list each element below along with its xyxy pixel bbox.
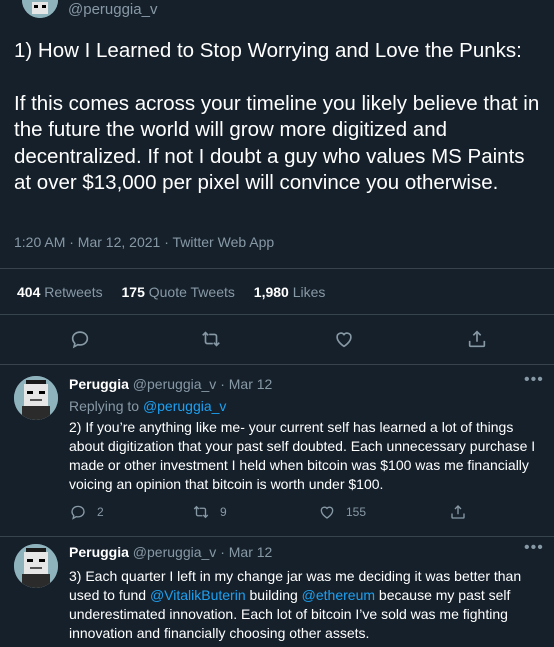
retweets-stat[interactable]: 404 Retweets xyxy=(17,284,103,300)
more-icon[interactable]: ••• xyxy=(524,371,544,389)
tweet-text: 1) How I Learned to Stop Worrying and Lo… xyxy=(14,38,540,197)
likes-stat[interactable]: 1,980 Likes xyxy=(254,284,326,300)
reply-icon[interactable] xyxy=(69,328,91,350)
dot-separator: · xyxy=(220,544,225,560)
replying-to-link[interactable]: @peruggia_v xyxy=(143,398,227,414)
retweets-count: 404 xyxy=(17,284,41,300)
reply-tweet[interactable]: Peruggia @peruggia_v · Mar 12 ••• 3) Eac… xyxy=(0,537,554,647)
reply-icon xyxy=(71,505,85,520)
quote-tweets-stat[interactable]: 175 Quote Tweets xyxy=(122,284,235,300)
tweet-meta[interactable]: 1:20 AM · Mar 12, 2021 · Twitter Web App xyxy=(14,234,274,250)
retweets-label: Retweets xyxy=(44,284,103,300)
reply-text: 2) If you’re anything like me- your curr… xyxy=(69,419,536,492)
author-handle[interactable]: @peruggia_v xyxy=(133,544,217,560)
avatar[interactable] xyxy=(22,0,58,18)
avatar[interactable] xyxy=(14,544,58,588)
reply-count: 2 xyxy=(97,505,104,519)
author-handle[interactable]: @peruggia_v xyxy=(133,376,217,392)
quotes-label: Quote Tweets xyxy=(148,284,235,300)
tweet-title: 1) How I Learned to Stop Worrying and Lo… xyxy=(14,39,522,62)
like-icon xyxy=(320,506,334,519)
reply-text-part: building xyxy=(245,587,302,603)
tweet-stats: 404 Retweets 175 Quote Tweets 1,980 Like… xyxy=(17,284,340,300)
author-name[interactable]: Peruggia xyxy=(69,376,129,392)
mention-link[interactable]: @ethereum xyxy=(302,587,375,603)
reply-text: 3) Each quarter I left in my change jar … xyxy=(69,567,547,643)
divider xyxy=(0,314,554,315)
retweet-icon[interactable] xyxy=(200,328,222,350)
like-count: 155 xyxy=(346,505,367,519)
retweet-icon xyxy=(193,505,209,519)
reply-actions: 2 9 155 xyxy=(69,503,549,525)
avatar[interactable] xyxy=(14,376,58,420)
share-action[interactable] xyxy=(449,503,477,521)
author-handle[interactable]: @peruggia_v xyxy=(68,1,157,18)
mention-link[interactable]: @VitalikButerin xyxy=(150,587,246,603)
likes-label: Likes xyxy=(292,284,326,300)
divider xyxy=(0,268,554,269)
like-action[interactable]: 155 xyxy=(318,503,366,521)
more-icon[interactable]: ••• xyxy=(524,539,544,557)
author-name[interactable]: Peruggia xyxy=(69,544,129,560)
share-icon xyxy=(451,505,465,519)
reply-date[interactable]: Mar 12 xyxy=(229,376,273,392)
retweet-count: 9 xyxy=(220,505,227,519)
like-icon[interactable] xyxy=(333,328,355,350)
reply-header: Peruggia @peruggia_v · Mar 12 xyxy=(69,544,272,560)
replying-to-label: Replying to xyxy=(69,398,140,414)
reply-action[interactable]: 2 xyxy=(69,503,104,521)
tweet-header: @peruggia_v xyxy=(0,0,554,22)
dot-separator: · xyxy=(220,376,225,392)
tweet-body: If this comes across your timeline you l… xyxy=(14,91,540,195)
share-icon[interactable] xyxy=(466,328,488,350)
reply-header: Peruggia @peruggia_v · Mar 12 xyxy=(69,376,272,392)
tweet-actions xyxy=(0,322,554,356)
quotes-count: 175 xyxy=(121,284,145,300)
retweet-action[interactable]: 9 xyxy=(192,503,227,521)
reply-date[interactable]: Mar 12 xyxy=(229,544,273,560)
reply-tweet[interactable]: Peruggia @peruggia_v · Mar 12 ••• Replyi… xyxy=(0,365,554,536)
likes-count: 1,980 xyxy=(253,284,289,300)
replying-to: Replying to @peruggia_v xyxy=(69,398,226,414)
